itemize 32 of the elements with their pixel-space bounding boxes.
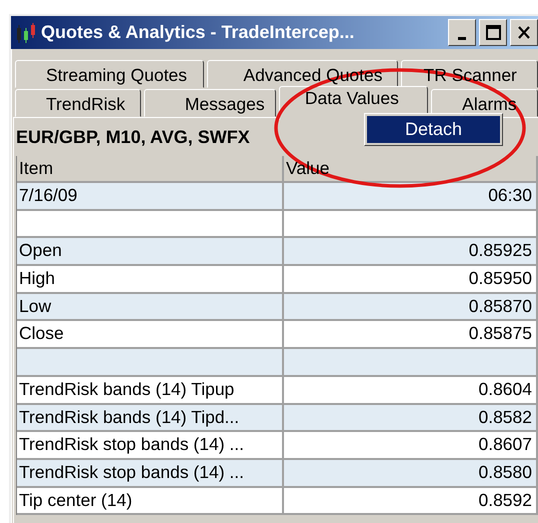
- table-cell: Tip center (14): [17, 488, 284, 514]
- table-cell: 06:30: [284, 183, 538, 209]
- table-cell: 0.85875: [284, 321, 538, 348]
- table-cell: TrendRisk bands (14) Tipup: [17, 376, 284, 402]
- table-cell: 0.85925: [284, 238, 538, 264]
- tab[interactable]: TrendRisk: [15, 89, 141, 117]
- symbol-header: EUR/GBP, M10, AVG, SWFX: [16, 126, 250, 149]
- table-cell: TrendRisk stop bands (14) ...: [17, 460, 284, 486]
- table-cell: Close: [17, 321, 284, 348]
- table-cell: 0.8604: [284, 376, 538, 402]
- column-header[interactable]: Item: [17, 156, 284, 181]
- window-title: Quotes & Analytics - TradeIntercep...: [41, 22, 356, 43]
- tab[interactable]: Messages: [144, 89, 276, 117]
- candlestick-icon: [15, 22, 37, 44]
- minimize-icon: [458, 37, 466, 40]
- table-cell: 0.8607: [284, 432, 538, 458]
- close-button[interactable]: [510, 19, 538, 46]
- table-cell: 7/16/09: [17, 183, 284, 209]
- table-cell: TrendRisk bands (14) Tipd...: [17, 404, 284, 430]
- tab[interactable]: Streaming Quotes: [15, 60, 204, 88]
- table-cell: TrendRisk stop bands (14) ...: [17, 432, 284, 458]
- maximize-button[interactable]: [479, 19, 507, 46]
- menu-item[interactable]: Detach: [367, 116, 500, 143]
- table-cell: 0.85950: [284, 266, 538, 292]
- table-cell: Low: [17, 294, 284, 320]
- table-cell: Open: [17, 238, 284, 264]
- table-cell: 0.8582: [284, 404, 538, 430]
- table-cell: 0.8580: [284, 460, 538, 486]
- minimize-button[interactable]: [448, 19, 476, 46]
- table-cell: 0.8592: [284, 488, 538, 514]
- table-cell: High: [17, 266, 284, 292]
- table-cell: 0.85870: [284, 294, 538, 320]
